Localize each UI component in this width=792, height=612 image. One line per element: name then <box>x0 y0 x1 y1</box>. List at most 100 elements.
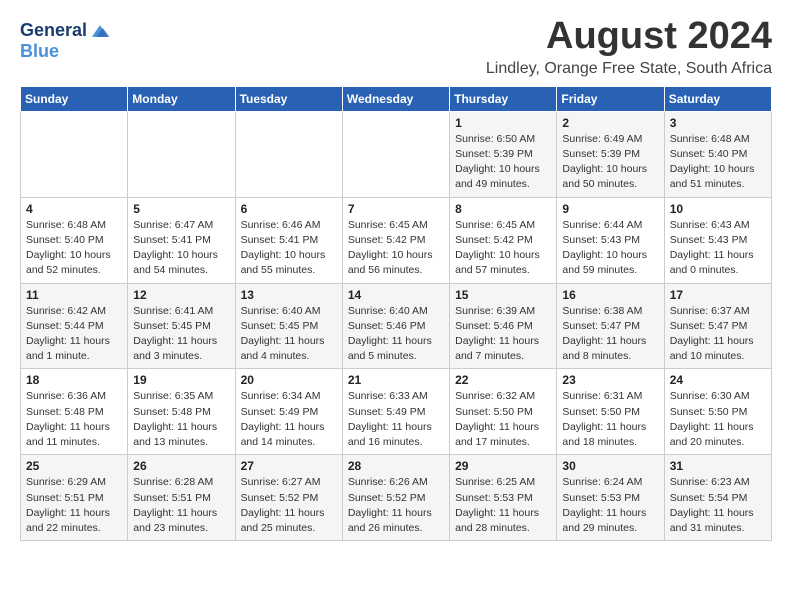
col-header-sunday: Sunday <box>21 86 128 111</box>
day-info: Sunrise: 6:25 AM Sunset: 5:53 PM Dayligh… <box>455 475 551 536</box>
day-info: Sunrise: 6:46 AM Sunset: 5:41 PM Dayligh… <box>241 218 337 279</box>
day-number: 17 <box>670 288 766 302</box>
week-row-3: 11 Sunrise: 6:42 AM Sunset: 5:44 PM Dayli… <box>21 283 772 369</box>
logo-text-line1: General <box>20 21 87 41</box>
day-info: Sunrise: 6:30 AM Sunset: 5:50 PM Dayligh… <box>670 389 766 450</box>
day-info: Sunrise: 6:41 AM Sunset: 5:45 PM Dayligh… <box>133 304 229 365</box>
day-number: 27 <box>241 459 337 473</box>
day-info: Sunrise: 6:42 AM Sunset: 5:44 PM Dayligh… <box>26 304 122 365</box>
day-cell <box>128 111 235 197</box>
col-header-wednesday: Wednesday <box>342 86 449 111</box>
logo-icon <box>89 20 111 42</box>
day-cell: 6Sunrise: 6:46 AM Sunset: 5:41 PM Daylig… <box>235 197 342 283</box>
header-row: SundayMondayTuesdayWednesdayThursdayFrid… <box>21 86 772 111</box>
day-info: Sunrise: 6:32 AM Sunset: 5:50 PM Dayligh… <box>455 389 551 450</box>
day-cell: 9 Sunrise: 6:44 AM Sunset: 5:43 PM Daylig… <box>557 197 664 283</box>
day-number: 3 <box>670 116 766 130</box>
day-cell: 3 Sunrise: 6:48 AM Sunset: 5:40 PM Daylig… <box>664 111 771 197</box>
day-cell: 18 Sunrise: 6:36 AM Sunset: 5:48 PM Dayli… <box>21 369 128 455</box>
day-number: 12 <box>133 288 229 302</box>
day-cell <box>342 111 449 197</box>
col-header-monday: Monday <box>128 86 235 111</box>
day-number: 13 <box>241 288 337 302</box>
day-info: Sunrise: 6:39 AM Sunset: 5:46 PM Dayligh… <box>455 304 551 365</box>
day-cell: 13 Sunrise: 6:40 AM Sunset: 5:45 PM Dayli… <box>235 283 342 369</box>
month-title: August 2024 <box>486 16 772 58</box>
col-header-saturday: Saturday <box>664 86 771 111</box>
week-row-1: 1 Sunrise: 6:50 AM Sunset: 5:39 PM Daylig… <box>21 111 772 197</box>
day-cell: 29 Sunrise: 6:25 AM Sunset: 5:53 PM Dayli… <box>450 455 557 541</box>
day-info: Sunrise: 6:24 AM Sunset: 5:53 PM Dayligh… <box>562 475 658 536</box>
day-cell: 25 Sunrise: 6:29 AM Sunset: 5:51 PM Dayli… <box>21 455 128 541</box>
day-number: 10 <box>670 202 766 216</box>
day-cell: 30 Sunrise: 6:24 AM Sunset: 5:53 PM Dayli… <box>557 455 664 541</box>
day-info: Sunrise: 6:40 AM Sunset: 5:45 PM Dayligh… <box>241 304 337 365</box>
day-number: 21 <box>348 373 444 387</box>
day-info: Sunrise: 6:31 AM Sunset: 5:50 PM Dayligh… <box>562 389 658 450</box>
day-number: 2 <box>562 116 658 130</box>
week-row-2: 4Sunrise: 6:48 AM Sunset: 5:40 PM Daylig… <box>21 197 772 283</box>
day-number: 25 <box>26 459 122 473</box>
day-cell: 22Sunrise: 6:32 AM Sunset: 5:50 PM Dayli… <box>450 369 557 455</box>
day-number: 24 <box>670 373 766 387</box>
week-row-4: 18 Sunrise: 6:36 AM Sunset: 5:48 PM Dayli… <box>21 369 772 455</box>
day-info: Sunrise: 6:38 AM Sunset: 5:47 PM Dayligh… <box>562 304 658 365</box>
day-number: 30 <box>562 459 658 473</box>
day-cell: 12 Sunrise: 6:41 AM Sunset: 5:45 PM Dayli… <box>128 283 235 369</box>
day-number: 5 <box>133 202 229 216</box>
day-info: Sunrise: 6:49 AM Sunset: 5:39 PM Dayligh… <box>562 132 658 193</box>
day-info: Sunrise: 6:47 AM Sunset: 5:41 PM Dayligh… <box>133 218 229 279</box>
day-cell: 26Sunrise: 6:28 AM Sunset: 5:51 PM Dayli… <box>128 455 235 541</box>
day-number: 9 <box>562 202 658 216</box>
day-cell: 4Sunrise: 6:48 AM Sunset: 5:40 PM Daylig… <box>21 197 128 283</box>
day-cell: 27Sunrise: 6:27 AM Sunset: 5:52 PM Dayli… <box>235 455 342 541</box>
col-header-thursday: Thursday <box>450 86 557 111</box>
day-cell: 15Sunrise: 6:39 AM Sunset: 5:46 PM Dayli… <box>450 283 557 369</box>
day-number: 11 <box>26 288 122 302</box>
day-number: 18 <box>26 373 122 387</box>
logo: General Blue <box>20 20 111 62</box>
day-info: Sunrise: 6:35 AM Sunset: 5:48 PM Dayligh… <box>133 389 229 450</box>
day-number: 28 <box>348 459 444 473</box>
day-info: Sunrise: 6:40 AM Sunset: 5:46 PM Dayligh… <box>348 304 444 365</box>
day-info: Sunrise: 6:50 AM Sunset: 5:39 PM Dayligh… <box>455 132 551 193</box>
col-header-tuesday: Tuesday <box>235 86 342 111</box>
day-info: Sunrise: 6:48 AM Sunset: 5:40 PM Dayligh… <box>26 218 122 279</box>
day-cell: 24 Sunrise: 6:30 AM Sunset: 5:50 PM Dayli… <box>664 369 771 455</box>
day-info: Sunrise: 6:45 AM Sunset: 5:42 PM Dayligh… <box>348 218 444 279</box>
day-info: Sunrise: 6:48 AM Sunset: 5:40 PM Dayligh… <box>670 132 766 193</box>
day-number: 8 <box>455 202 551 216</box>
calendar-table: SundayMondayTuesdayWednesdayThursdayFrid… <box>20 86 772 541</box>
day-number: 16 <box>562 288 658 302</box>
location-title: Lindley, Orange Free State, South Africa <box>486 60 772 78</box>
day-cell: 16 Sunrise: 6:38 AM Sunset: 5:47 PM Dayli… <box>557 283 664 369</box>
day-info: Sunrise: 6:45 AM Sunset: 5:42 PM Dayligh… <box>455 218 551 279</box>
day-cell: 1 Sunrise: 6:50 AM Sunset: 5:39 PM Daylig… <box>450 111 557 197</box>
day-info: Sunrise: 6:23 AM Sunset: 5:54 PM Dayligh… <box>670 475 766 536</box>
logo-text-line2: Blue <box>20 42 111 62</box>
day-info: Sunrise: 6:37 AM Sunset: 5:47 PM Dayligh… <box>670 304 766 365</box>
week-row-5: 25 Sunrise: 6:29 AM Sunset: 5:51 PM Dayli… <box>21 455 772 541</box>
day-cell: 23 Sunrise: 6:31 AM Sunset: 5:50 PM Dayli… <box>557 369 664 455</box>
day-number: 26 <box>133 459 229 473</box>
col-header-friday: Friday <box>557 86 664 111</box>
day-cell: 5 Sunrise: 6:47 AM Sunset: 5:41 PM Daylig… <box>128 197 235 283</box>
day-info: Sunrise: 6:29 AM Sunset: 5:51 PM Dayligh… <box>26 475 122 536</box>
day-number: 14 <box>348 288 444 302</box>
day-number: 20 <box>241 373 337 387</box>
day-number: 7 <box>348 202 444 216</box>
day-number: 29 <box>455 459 551 473</box>
day-number: 23 <box>562 373 658 387</box>
day-cell: 20 Sunrise: 6:34 AM Sunset: 5:49 PM Dayli… <box>235 369 342 455</box>
day-info: Sunrise: 6:34 AM Sunset: 5:49 PM Dayligh… <box>241 389 337 450</box>
day-cell: 2 Sunrise: 6:49 AM Sunset: 5:39 PM Daylig… <box>557 111 664 197</box>
day-cell: 14 Sunrise: 6:40 AM Sunset: 5:46 PM Dayli… <box>342 283 449 369</box>
page: General Blue August 2024 Lindley, Orange… <box>0 0 792 557</box>
day-number: 1 <box>455 116 551 130</box>
day-cell: 17 Sunrise: 6:37 AM Sunset: 5:47 PM Dayli… <box>664 283 771 369</box>
day-info: Sunrise: 6:44 AM Sunset: 5:43 PM Dayligh… <box>562 218 658 279</box>
day-number: 19 <box>133 373 229 387</box>
day-cell: 21Sunrise: 6:33 AM Sunset: 5:49 PM Dayli… <box>342 369 449 455</box>
day-info: Sunrise: 6:36 AM Sunset: 5:48 PM Dayligh… <box>26 389 122 450</box>
day-cell: 19 Sunrise: 6:35 AM Sunset: 5:48 PM Dayli… <box>128 369 235 455</box>
